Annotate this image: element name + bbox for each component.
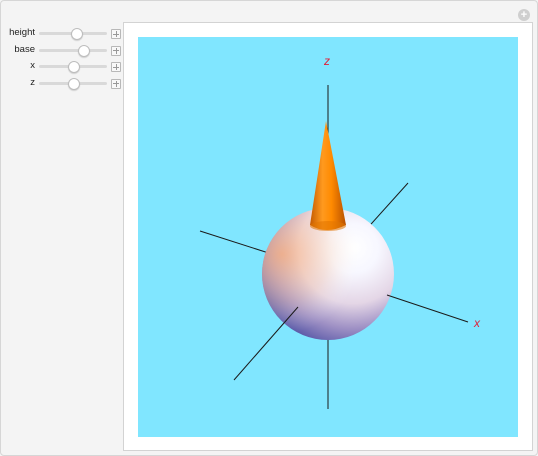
cone-base bbox=[310, 221, 346, 231]
controls-panel: height base x z bbox=[1, 27, 123, 93]
expand-z-button[interactable] bbox=[111, 78, 121, 89]
plot-3d[interactable]: z x bbox=[138, 37, 518, 437]
plot-svg: z x bbox=[199, 54, 481, 409]
axis-label-z: z bbox=[323, 54, 330, 68]
control-label-z: z bbox=[30, 76, 35, 88]
axis-label-x: x bbox=[473, 316, 481, 330]
expand-height-button[interactable] bbox=[111, 29, 121, 39]
slider-base[interactable] bbox=[39, 44, 107, 57]
cone bbox=[310, 121, 346, 230]
slider-thumb-base[interactable] bbox=[78, 44, 91, 57]
slider-x[interactable] bbox=[39, 61, 107, 73]
slider-thumb-z[interactable] bbox=[68, 77, 80, 90]
output-panel: z x bbox=[123, 22, 533, 451]
axis-front-left bbox=[233, 306, 299, 381]
control-z: z bbox=[1, 77, 123, 94]
expand-base-button[interactable] bbox=[111, 45, 121, 56]
manipulate-frame: + height base x z z x bbox=[0, 0, 538, 456]
control-x: x bbox=[1, 60, 123, 77]
axis-x-front bbox=[386, 294, 469, 323]
control-label-x: x bbox=[30, 60, 35, 71]
expand-x-button[interactable] bbox=[111, 62, 121, 72]
slider-thumb-x[interactable] bbox=[68, 61, 80, 73]
control-height: height bbox=[1, 27, 123, 44]
plus-circle-icon[interactable]: + bbox=[518, 9, 530, 21]
control-label-height: height bbox=[9, 27, 35, 38]
control-base: base bbox=[1, 44, 123, 61]
control-label-base: base bbox=[14, 43, 35, 55]
slider-z[interactable] bbox=[39, 77, 107, 90]
slider-height[interactable] bbox=[39, 28, 107, 40]
slider-thumb-height[interactable] bbox=[71, 28, 84, 40]
